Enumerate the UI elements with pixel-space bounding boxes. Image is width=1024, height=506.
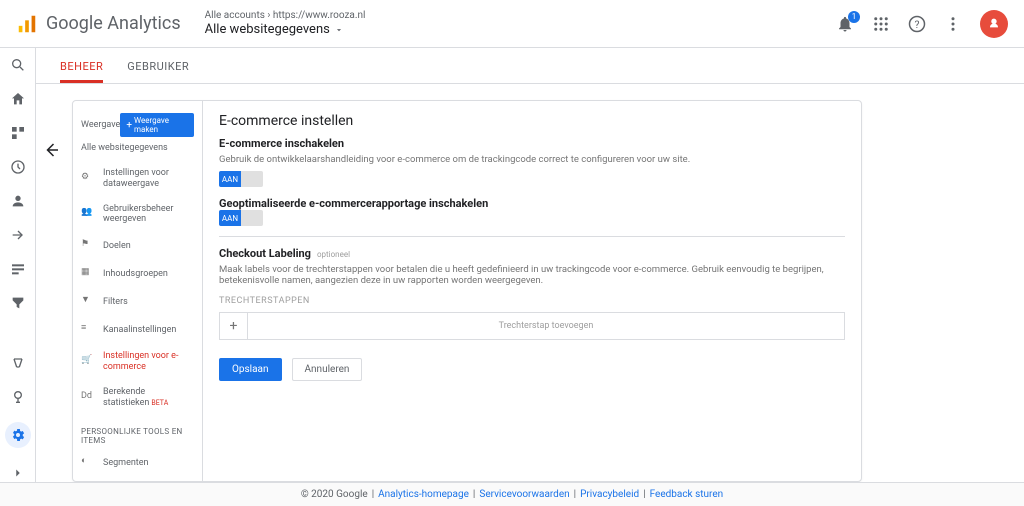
product-name: Google Analytics (46, 13, 181, 34)
tab-user[interactable]: GEBRUIKER (127, 60, 189, 83)
sidebar-item-label: Filters (103, 297, 128, 308)
funnel-steps-row: + Trechterstap toevoegen (219, 312, 845, 340)
view-label: Weergave (81, 120, 120, 130)
ecommerce-enable-desc: Gebruik de ontwikkelaarshandleiding voor… (219, 154, 845, 165)
selected-view[interactable]: Alle websitegegevens (73, 143, 202, 161)
attribution-icon[interactable] (9, 354, 27, 372)
ecommerce-enable-toggle[interactable]: AAN (219, 171, 263, 187)
account-name: Alle websitegegevens (205, 22, 330, 38)
toggle-on-label: AAN (219, 171, 241, 187)
sidebar-item-label: Kanaalinstellingen (103, 325, 176, 336)
sidebar-item-filters[interactable]: ▼Filters (73, 288, 202, 316)
footer-link-analytics-home[interactable]: Analytics-homepage (378, 489, 469, 500)
discover-icon[interactable] (9, 388, 27, 406)
notifications-button[interactable]: 1 (836, 15, 854, 33)
toggle-on-label: AAN (219, 210, 241, 226)
create-view-button[interactable]: + Weergave maken (120, 113, 194, 137)
save-button[interactable]: Opslaan (219, 358, 282, 381)
admin-tabs: BEHEER GEBRUIKER (36, 48, 1024, 84)
sidebar-item-channel-settings[interactable]: ≡Kanaalinstellingen (73, 316, 202, 344)
beta-badge: BETA (151, 399, 168, 407)
optional-label: optioneel (317, 250, 350, 259)
footer-link-privacy[interactable]: Privacybeleid (580, 489, 639, 500)
footer: © 2020 Google | Analytics-homepage | Ser… (0, 482, 1024, 506)
sidebar-section-personal: PERSOONLIJKE TOOLS EN ITEMS (73, 415, 202, 449)
sidebar-item-annotations[interactable]: 💬Annotaties (73, 477, 202, 481)
breadcrumb: Alle accounts › https://www.rooza.nl (205, 10, 366, 22)
footer-link-tos[interactable]: Servicevoorwaarden (479, 489, 569, 500)
cancel-button[interactable]: Annuleren (292, 358, 363, 381)
sidebar-item-goals[interactable]: ⚑Doelen (73, 232, 202, 260)
view-settings-card: Weergave + Weergave maken Alle websitege… (72, 100, 862, 482)
conversions-icon[interactable] (9, 294, 27, 312)
sidebar-item-label: Instellingen voor dataweergave (103, 168, 194, 190)
analytics-logo-icon (16, 13, 38, 35)
add-funnel-step-plus[interactable]: + (220, 313, 248, 339)
sidebar-item-label: Segmenten (103, 458, 149, 469)
collapse-icon[interactable] (9, 464, 27, 482)
ecommerce-settings-panel: E-commerce instellen E-commerce inschake… (203, 101, 861, 481)
sidebar-item-label: Gebruikersbeheer weergeven (103, 204, 194, 226)
sidebar-item-segments[interactable]: ◐Segmenten (73, 449, 202, 477)
account-avatar[interactable] (980, 10, 1008, 38)
funnel-steps-label: TRECHTERSTAPPEN (219, 296, 845, 306)
sidebar-item-view-settings[interactable]: ⚙Instellingen voor dataweergave (73, 161, 202, 197)
more-button[interactable] (944, 15, 962, 33)
checkout-labeling-title: Checkout Labeling (219, 247, 311, 260)
tab-admin[interactable]: BEHEER (60, 60, 103, 83)
acquisition-icon[interactable] (9, 226, 27, 244)
sidebar-item-user-management[interactable]: 👥Gebruikersbeheer weergeven (73, 197, 202, 233)
checkout-labeling-desc: Maak labels voor de trechterstappen voor… (219, 264, 845, 286)
back-button[interactable] (40, 138, 64, 162)
sidebar-item-label: Berekende statistieken (103, 387, 149, 408)
sidebar-item-label: Inhoudsgroepen (103, 269, 168, 280)
chevron-down-icon (334, 25, 344, 35)
footer-link-feedback[interactable]: Feedback sturen (650, 489, 724, 500)
notification-badge: 1 (848, 11, 860, 23)
behavior-icon[interactable] (9, 260, 27, 278)
product-logo-wrap: Google Analytics (16, 13, 205, 35)
enhanced-ecommerce-title: Geoptimaliseerde e-commercerapportage in… (219, 197, 845, 210)
page-title: E-commerce instellen (219, 113, 845, 129)
customization-icon[interactable] (9, 124, 27, 142)
enhanced-ecommerce-toggle[interactable]: AAN (219, 210, 263, 226)
sidebar-item-calculated-metrics[interactable]: DdBerekende statistiekenBETA (73, 380, 202, 416)
footer-copyright: © 2020 Google (301, 489, 368, 500)
view-sidebar: Weergave + Weergave maken Alle websitege… (73, 101, 203, 481)
help-button[interactable]: ? (908, 15, 926, 33)
top-actions: 1 ? (836, 10, 1008, 38)
sidebar-item-content-groups[interactable]: ▦Inhoudsgroepen (73, 260, 202, 288)
ecommerce-enable-title: E-commerce inschakelen (219, 137, 845, 150)
add-funnel-step-button[interactable]: Trechterstap toevoegen (248, 313, 844, 339)
left-rail (0, 48, 36, 482)
sidebar-item-label: Instellingen voor e-commerce (103, 351, 194, 373)
svg-text:?: ? (915, 17, 920, 30)
sidebar-item-ecommerce[interactable]: 🛒Instellingen voor e-commerce (73, 344, 202, 380)
home-icon[interactable] (9, 90, 27, 108)
admin-icon[interactable] (5, 422, 31, 448)
realtime-icon[interactable] (9, 158, 27, 176)
top-bar: Google Analytics Alle accounts › https:/… (0, 0, 1024, 48)
create-view-label: Weergave maken (134, 116, 188, 134)
account-selector[interactable]: Alle accounts › https://www.rooza.nl All… (205, 10, 366, 38)
sidebar-item-label: Doelen (103, 241, 131, 252)
search-icon[interactable] (9, 56, 27, 74)
audience-icon[interactable] (9, 192, 27, 210)
apps-button[interactable] (872, 15, 890, 33)
